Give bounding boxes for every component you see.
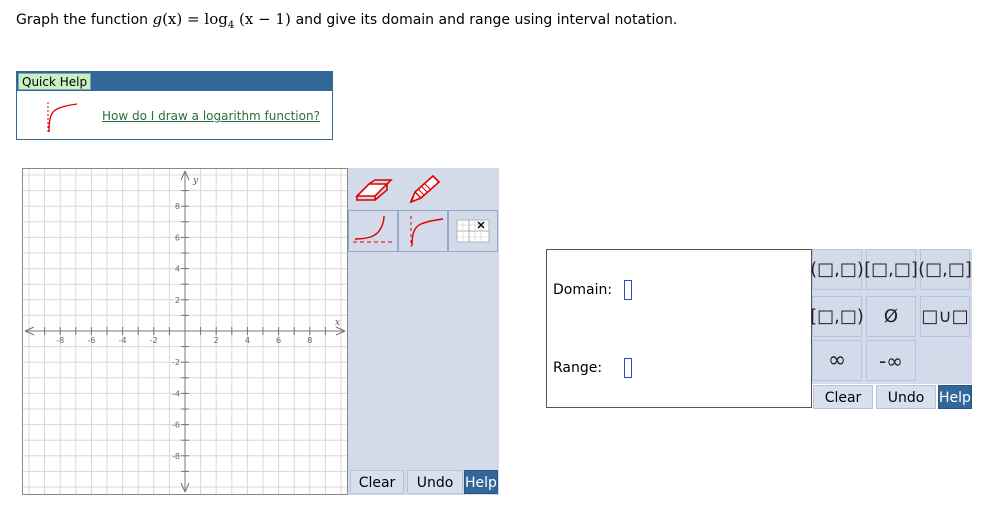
x-tick-label: -4 <box>119 336 127 345</box>
negative-infinity-icon: -∞ <box>879 348 903 373</box>
open-open-interval-icon: (□,□) <box>810 259 864 280</box>
function-argument: (x) <box>162 10 183 28</box>
graph-toolbox: Clear Undo Help <box>348 168 499 495</box>
eraser-icon <box>355 179 393 201</box>
empty-set-button[interactable]: Ø <box>866 296 916 337</box>
graph-canvas[interactable]: x y -8 -6 -4 -2 2 4 6 8 8 6 4 2 -2 -4 -6 -8 <box>22 168 348 495</box>
x-tick-label: 6 <box>276 336 281 345</box>
domain-input[interactable] <box>624 280 632 300</box>
graph-help-button[interactable]: Help <box>464 470 498 494</box>
range-label: Range: <box>553 360 603 376</box>
open-open-interval-button[interactable]: (□,□) <box>810 249 864 290</box>
x-tick-label: -8 <box>56 336 64 345</box>
y-tick-label: 6 <box>175 233 180 242</box>
question-suffix: and give its domain and range using inte… <box>295 12 678 28</box>
domain-label: Domain: <box>553 282 613 298</box>
y-tick-label: 8 <box>175 202 180 211</box>
open-closed-interval-icon: (□,□] <box>918 259 972 280</box>
log-base: 4 <box>227 20 235 31</box>
x-tick-label: -6 <box>87 336 95 345</box>
interval-help-button[interactable]: Help <box>938 385 972 409</box>
empty-set-icon: Ø <box>883 306 899 327</box>
y-tick-label: -6 <box>172 421 180 430</box>
log-graph-thumbnail-icon <box>47 102 78 133</box>
closed-closed-interval-icon: [□,□] <box>864 259 918 280</box>
y-tick-label: -2 <box>172 358 180 367</box>
question-prefix: Graph the function <box>16 12 149 28</box>
infinity-icon: ∞ <box>827 348 847 373</box>
union-icon: □∪□ <box>921 306 969 327</box>
log-text: log <box>204 10 228 28</box>
quick-help-title: Quick Help <box>18 73 92 90</box>
logarithm-tool[interactable] <box>398 210 448 252</box>
logarithm-curve-icon <box>410 216 444 247</box>
graph-undo-button[interactable]: Undo <box>407 470 463 494</box>
domain-range-box: Domain: Range: <box>546 249 812 408</box>
interval-undo-button[interactable]: Undo <box>876 385 936 409</box>
range-input[interactable] <box>624 358 632 378</box>
y-tick-label: -4 <box>172 389 180 398</box>
interval-clear-button[interactable]: Clear <box>813 385 873 409</box>
function-name: g <box>152 10 163 28</box>
y-axis-label: y <box>192 176 199 186</box>
pencil-tool[interactable] <box>398 168 448 210</box>
graph-clear-button[interactable]: Clear <box>350 470 404 494</box>
quick-help-link[interactable]: How do I draw a logarithm function? <box>102 109 320 123</box>
equals-sign: = <box>187 10 200 28</box>
log-argument: (x − 1) <box>238 10 291 28</box>
x-tick-label: 8 <box>307 336 312 345</box>
interval-palette: (□,□) [□,□] (□,□] [□,□) Ø □∪□ ∞ -∞ <box>810 249 972 384</box>
x-tick-label: 4 <box>245 336 250 345</box>
union-button[interactable]: □∪□ <box>920 296 970 337</box>
x-tick-label: 2 <box>214 336 219 345</box>
quick-help-header: Quick Help <box>17 72 332 91</box>
y-tick-label: 2 <box>175 296 180 305</box>
eraser-tool[interactable] <box>348 168 398 210</box>
y-tick-label: 4 <box>175 265 180 274</box>
exponential-curve-icon <box>353 215 393 243</box>
closed-open-interval-button[interactable]: [□,□) <box>810 296 864 337</box>
y-tick-label: -8 <box>172 452 180 461</box>
closed-closed-interval-button[interactable]: [□,□] <box>864 249 918 290</box>
open-closed-interval-button[interactable]: (□,□] <box>918 249 972 290</box>
question-text: Graph the function g(x) = log4 (x − 1) a… <box>16 10 677 31</box>
infinity-button[interactable]: ∞ <box>812 340 862 381</box>
function-expression: g(x) = log4 (x − 1) <box>152 10 295 31</box>
exponential-tool[interactable] <box>348 210 398 252</box>
x-axis-label: x <box>335 318 340 328</box>
closed-open-interval-icon: [□,□) <box>810 306 864 327</box>
quick-help-panel: Quick Help How do I draw a logarithm fun… <box>16 71 333 140</box>
coordinate-plane[interactable]: x y -8 -6 -4 -2 2 4 6 8 8 6 4 2 -2 -4 -6 -8 <box>23 169 347 494</box>
negative-infinity-button[interactable]: -∞ <box>866 340 916 381</box>
x-tick-label: -2 <box>150 336 158 345</box>
point-tool[interactable] <box>448 210 498 252</box>
point-grid-icon <box>456 219 490 243</box>
pencil-icon <box>409 174 441 204</box>
